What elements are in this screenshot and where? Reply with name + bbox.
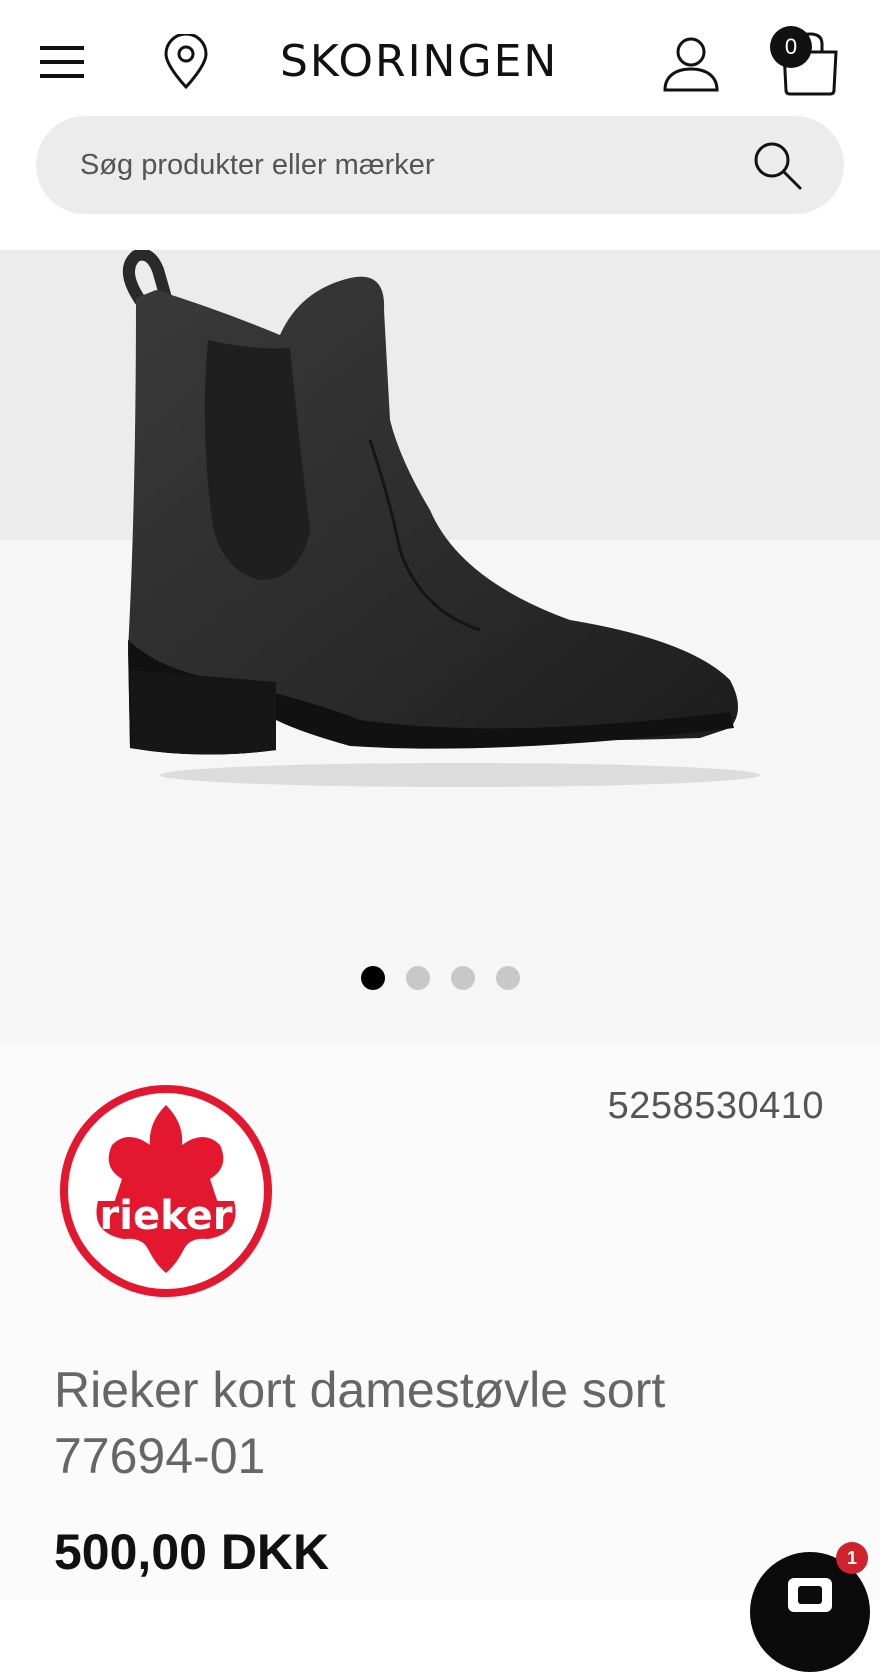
search-icon: [754, 142, 802, 190]
menu-icon: [40, 46, 84, 78]
product-sku: 5258530410: [607, 1085, 824, 1127]
account-button[interactable]: [660, 32, 722, 94]
user-icon: [663, 37, 719, 92]
site-header: SKORINGEN 0: [0, 0, 880, 120]
chat-notification-badge: 1: [836, 1542, 868, 1574]
product-image-boot: [123, 250, 760, 787]
gallery-dot-3[interactable]: [450, 966, 475, 990]
product-image-gallery[interactable]: [0, 250, 880, 1043]
brand-logo-text: rieker: [100, 1193, 233, 1239]
search-button[interactable]: [752, 140, 804, 192]
location-pin-icon: [164, 34, 208, 90]
menu-button[interactable]: [36, 38, 88, 86]
gallery-dot-4[interactable]: [495, 966, 520, 990]
product-info: rieker 5258530410 Rieker kort damestøvle…: [0, 1043, 880, 1600]
product-title: Rieker kort damestøvle sort 77694-01: [54, 1362, 666, 1484]
search-bar[interactable]: [36, 116, 844, 214]
search-input[interactable]: [80, 140, 720, 190]
cart-button[interactable]: 0: [770, 26, 842, 98]
product-price: 500,00 DKK: [54, 1524, 330, 1580]
gallery-dot-2[interactable]: [405, 966, 430, 990]
store-locator-button[interactable]: [160, 32, 212, 92]
cart-count-badge: 0: [770, 26, 812, 68]
gallery-pagination: [0, 966, 880, 990]
site-logo[interactable]: SKORINGEN: [280, 32, 580, 92]
brand-logo-rieker[interactable]: rieker: [58, 1083, 274, 1299]
gallery-dot-1[interactable]: [360, 966, 385, 990]
